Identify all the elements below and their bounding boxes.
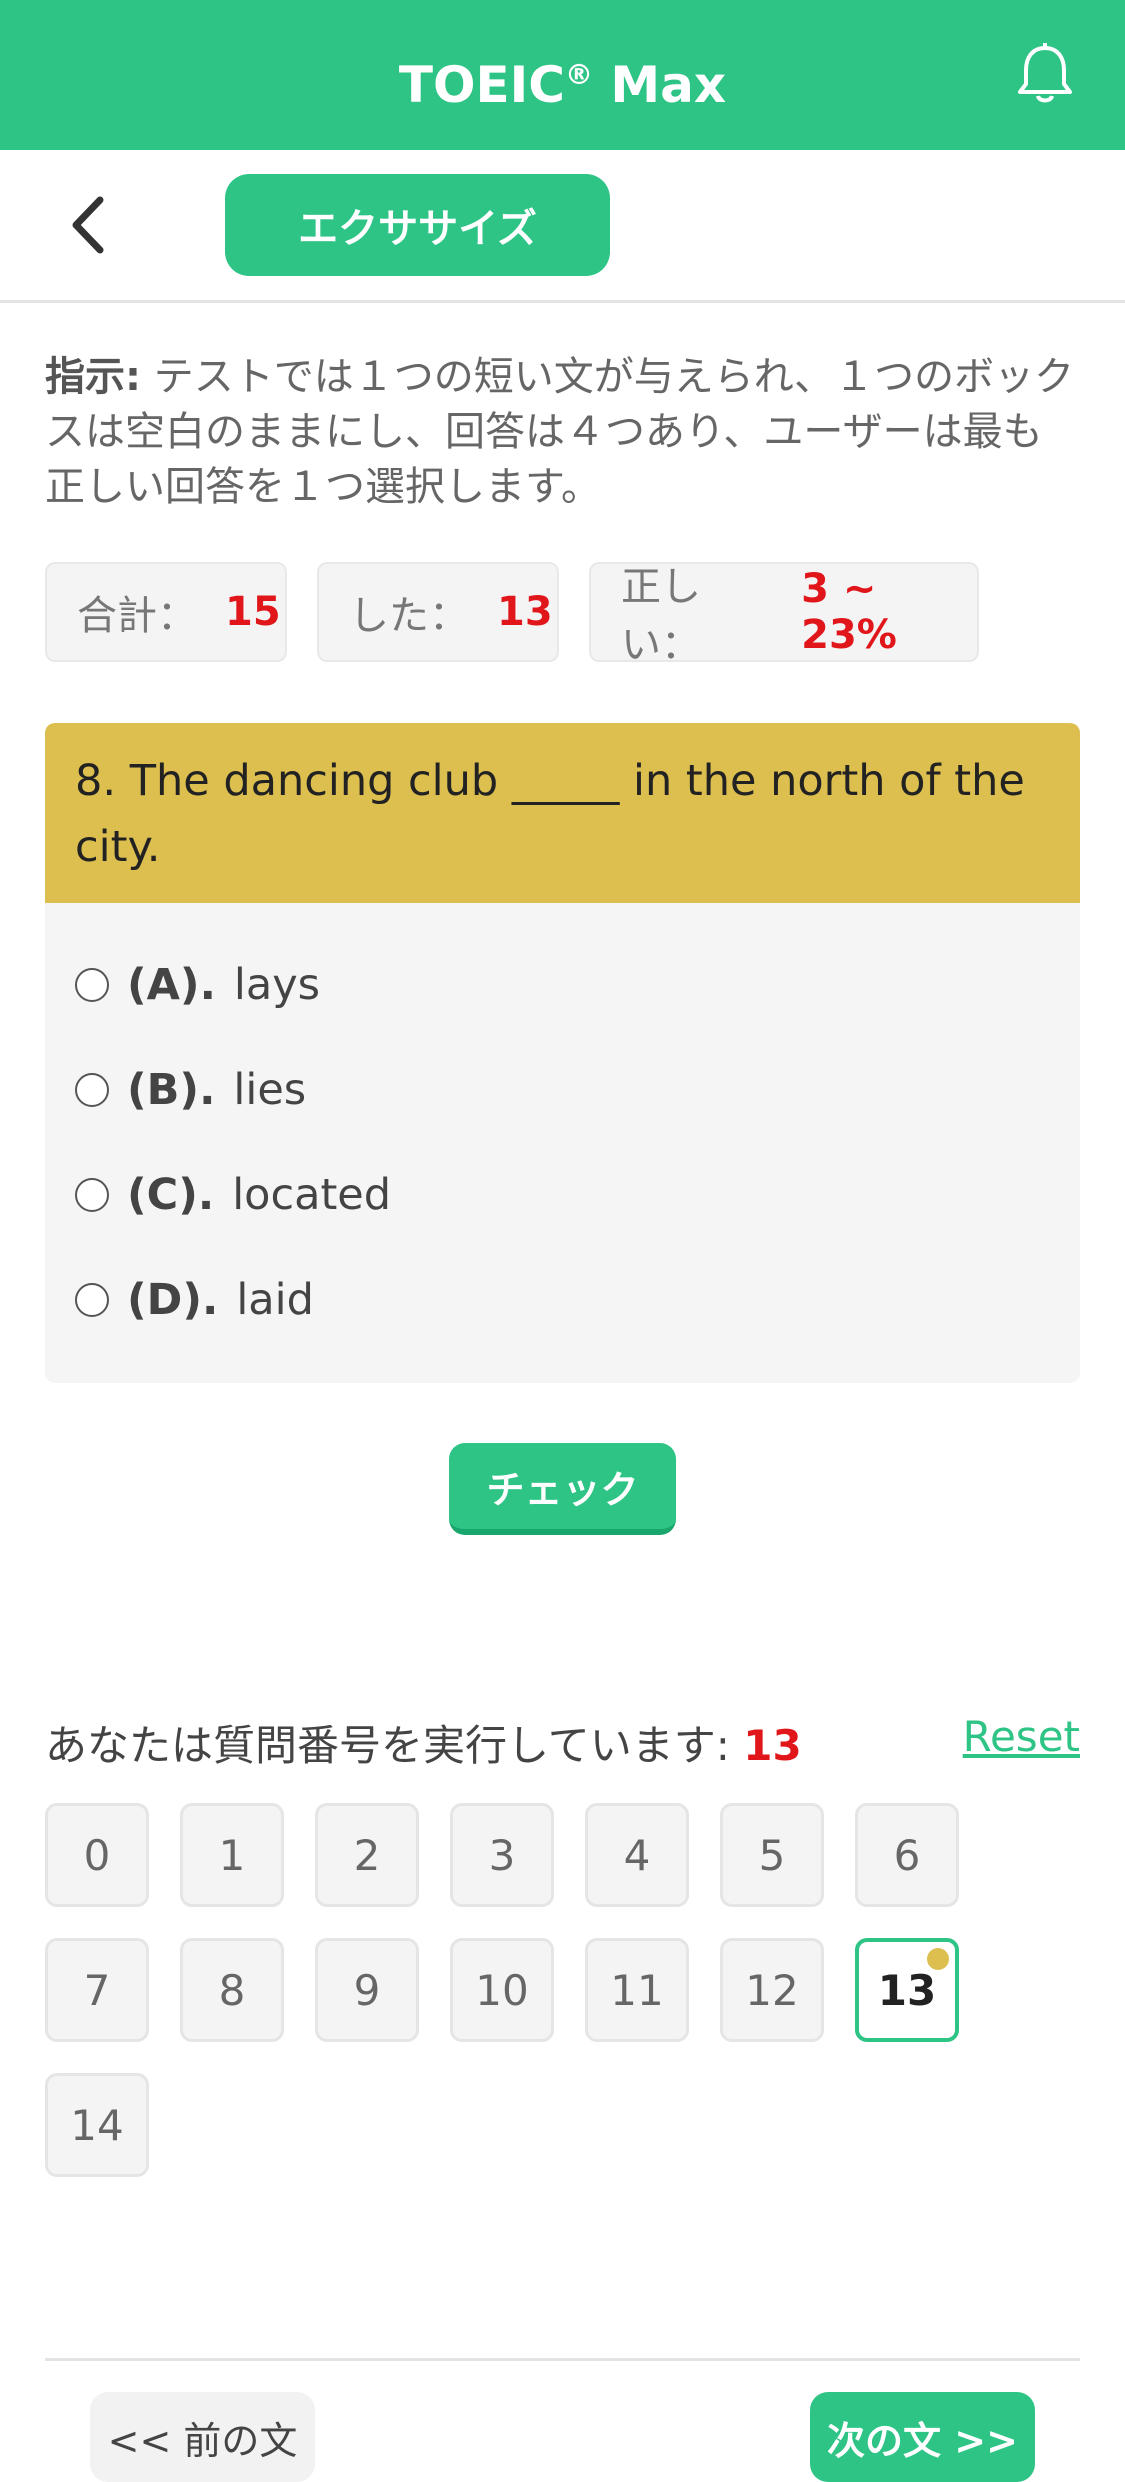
next-button[interactable]: 次の文 >> xyxy=(810,2392,1035,2482)
question-number-0[interactable]: 0 xyxy=(45,1803,149,1907)
option-d[interactable]: (D). laid xyxy=(75,1270,314,1330)
option-letter: (B). xyxy=(127,1065,216,1115)
question-number-8[interactable]: 8 xyxy=(180,1938,284,2042)
question-number-label: 13 xyxy=(877,1965,937,2015)
progress-current: 13 xyxy=(743,1721,802,1770)
option-letter: (C). xyxy=(127,1170,215,1220)
option-a[interactable]: (A). lays xyxy=(75,955,320,1015)
stat-total: 合計： 15 xyxy=(45,562,287,662)
question-number-11[interactable]: 11 xyxy=(585,1938,689,2042)
option-text: lays xyxy=(233,960,321,1010)
option-c[interactable]: (C). located xyxy=(75,1165,391,1225)
check-button[interactable]: チェック xyxy=(449,1443,676,1535)
question-number-9[interactable]: 9 xyxy=(315,1938,419,2042)
stat-correct: 正しい： 3 ~ 23% xyxy=(589,562,979,668)
question-card: 8. The dancing club _____ in the north o… xyxy=(45,723,1080,1383)
divider xyxy=(45,2358,1080,2361)
progress-label: あなたは質問番号を実行しています: xyxy=(45,1721,730,1770)
question-number-14[interactable]: 14 xyxy=(45,2073,149,2177)
instructions-label: 指示: xyxy=(45,354,141,400)
radio-button[interactable] xyxy=(75,1283,109,1317)
question-number-13[interactable]: 13 xyxy=(855,1938,959,2042)
option-text: laid xyxy=(236,1275,314,1325)
radio-button[interactable] xyxy=(75,1073,109,1107)
tab-exercise[interactable]: エクササイズ xyxy=(225,174,610,276)
option-letter: (A). xyxy=(127,960,216,1010)
stat-done: した： 13 xyxy=(317,562,559,662)
question-number-10[interactable]: 10 xyxy=(450,1938,554,2042)
option-text: lies xyxy=(233,1065,307,1115)
reset-link[interactable]: Reset xyxy=(963,1712,1080,1761)
progress-indicator: あなたは質問番号を実行しています: 13 xyxy=(45,1712,802,1773)
radio-button[interactable] xyxy=(75,1178,109,1212)
stat-correct-value: 3 ~ 23% xyxy=(801,566,897,658)
option-b[interactable]: (B). lies xyxy=(75,1060,306,1120)
question-number-1[interactable]: 1 xyxy=(180,1803,284,1907)
option-text: located xyxy=(232,1170,392,1220)
sub-toolbar: エクササイズ xyxy=(0,150,1125,303)
instructions: 指示: テストでは１つの短い文が与えられ、１つのボックスは空白のままにし、回答は… xyxy=(45,350,1075,515)
current-marker-dot xyxy=(927,1948,949,1970)
question-number-2[interactable]: 2 xyxy=(315,1803,419,1907)
question-number-12[interactable]: 12 xyxy=(720,1938,824,2042)
chevron-left-icon[interactable] xyxy=(60,190,120,260)
app-title: TOEIC® Max xyxy=(398,56,727,114)
stat-done-value: 13 xyxy=(497,589,553,635)
stat-total-label: 合計： xyxy=(77,593,197,639)
instructions-text: テストでは１つの短い文が与えられ、１つのボックスは空白のままにし、回答は４つあり… xyxy=(45,354,1075,510)
app-header: TOEIC® Max xyxy=(0,0,1125,150)
question-number-6[interactable]: 6 xyxy=(855,1803,959,1907)
stat-total-value: 15 xyxy=(225,589,281,635)
option-letter: (D). xyxy=(127,1275,219,1325)
radio-button[interactable] xyxy=(75,968,109,1002)
bell-icon[interactable] xyxy=(1010,40,1080,110)
question-number-3[interactable]: 3 xyxy=(450,1803,554,1907)
question-number-4[interactable]: 4 xyxy=(585,1803,689,1907)
stat-correct-label: 正しい： xyxy=(621,564,701,668)
prev-button[interactable]: << 前の文 xyxy=(90,2392,315,2482)
question-text: 8. The dancing club _____ in the north o… xyxy=(45,723,1080,903)
question-number-7[interactable]: 7 xyxy=(45,1938,149,2042)
stat-done-label: した： xyxy=(349,593,469,639)
question-number-5[interactable]: 5 xyxy=(720,1803,824,1907)
